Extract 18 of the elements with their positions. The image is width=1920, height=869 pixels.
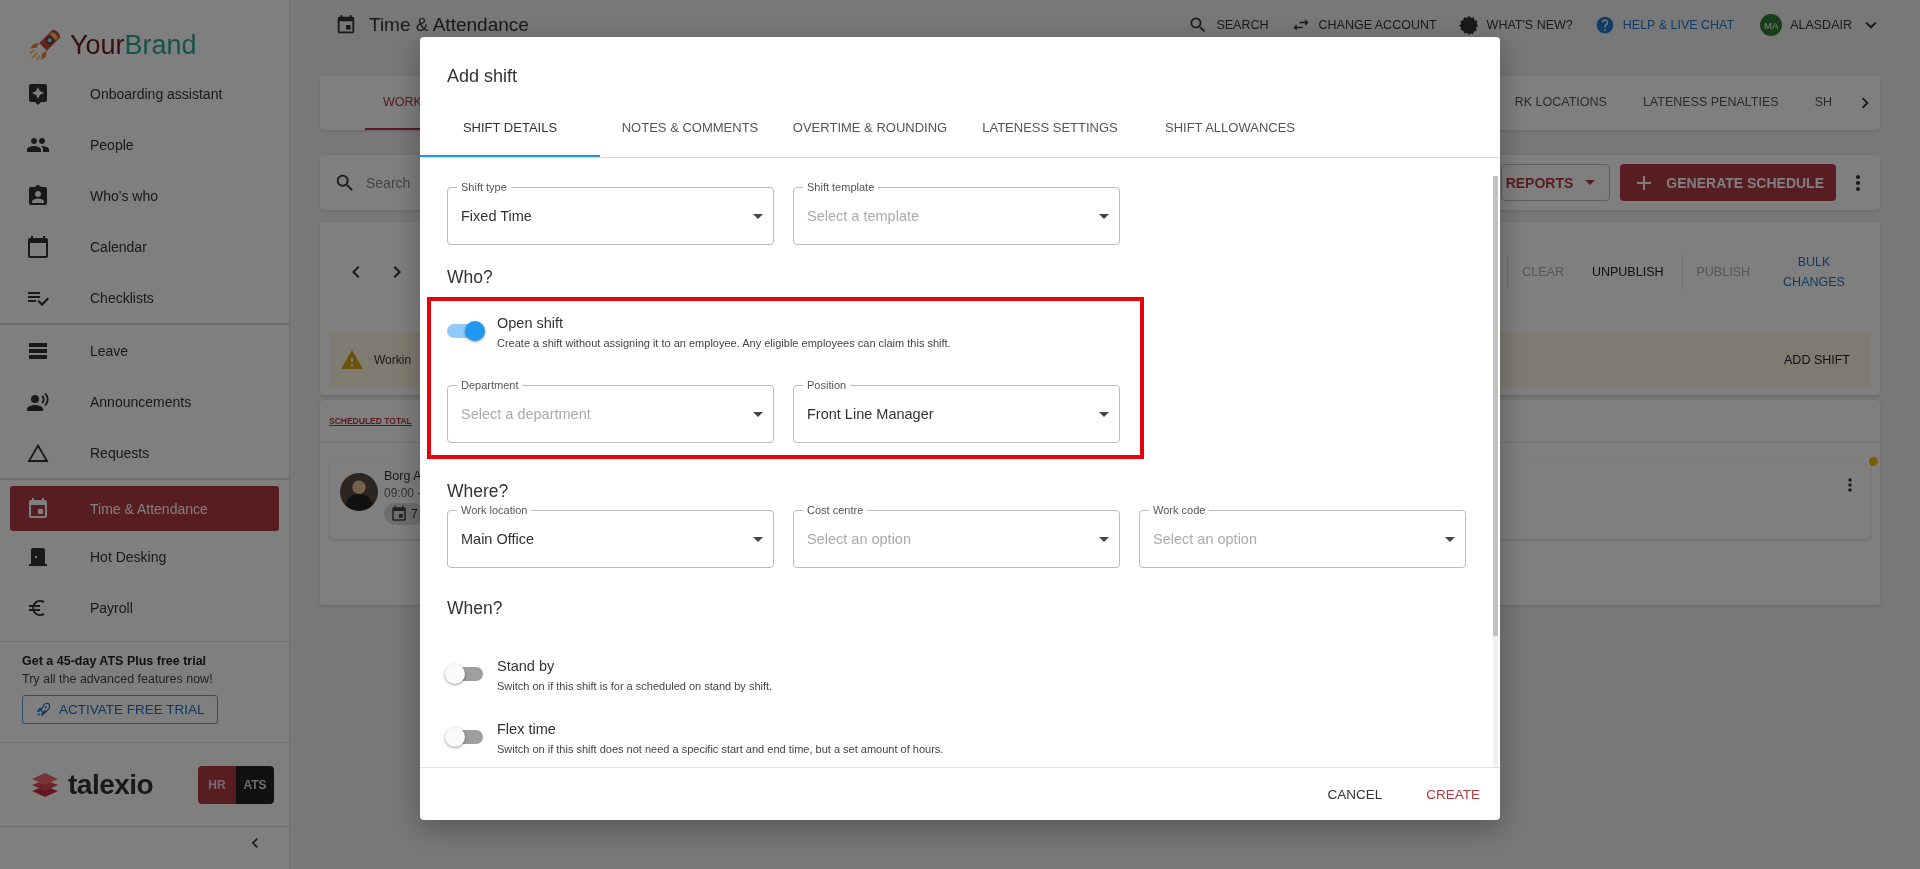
dialog-title: Add shift [446, 65, 519, 88]
brand-logo: YourBrand [70, 30, 197, 60]
toggle-label: Stand by [497, 658, 556, 674]
toggle-label: Open shift [497, 315, 565, 331]
toggle-description: Switch on if this shift does not need a specific start and end time, but a set amount of hours. [497, 743, 944, 755]
product-logo: talexio [68, 768, 154, 801]
trial-text: Try all the advanced features now! [22, 671, 214, 688]
trial-title: Get a 45-day ATS Plus free trial [22, 653, 208, 669]
section-heading: Who? [447, 267, 494, 289]
toggle-description: Create a shift without assigning it to an employee. Any eligible employees can claim this shift. [497, 337, 951, 349]
section-heading: When? [447, 598, 504, 620]
banner-text: Workin [374, 352, 413, 367]
toggle-description: Switch on if this shift is for a scheduled on stand by shift. [497, 680, 773, 692]
shift-time: 09:00 - [384, 486, 422, 500]
section-heading: Where? [447, 481, 510, 503]
user-avatar: MA [1760, 14, 1783, 36]
page-title: Time & Attendance [369, 14, 529, 36]
toggle-label: Flex time [497, 721, 557, 737]
